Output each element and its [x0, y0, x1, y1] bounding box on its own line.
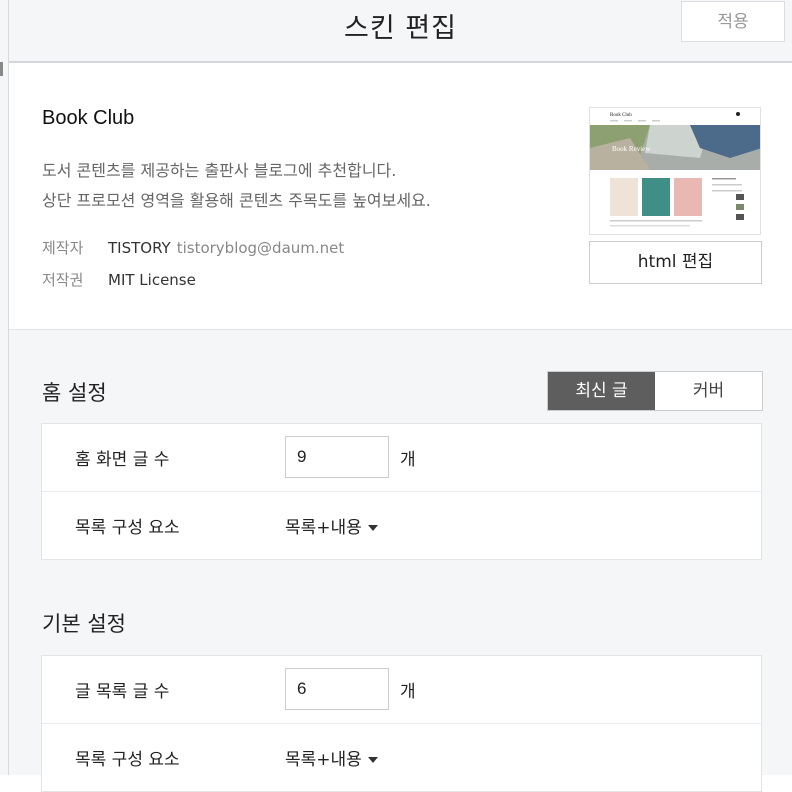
toggle-latest-button[interactable]: 최신 글 [548, 372, 655, 410]
apply-button[interactable]: 적용 [681, 1, 785, 42]
skin-preview-image: Book Club Book Review [590, 108, 760, 234]
basic-post-count-unit: 개 [400, 682, 416, 702]
skin-info-section: Book Club 도서 콘텐츠를 제공하는 출판사 블로그에 추천합니다. 상… [9, 63, 792, 330]
html-edit-button[interactable]: html 편집 [589, 241, 762, 284]
left-panel-edge [0, 0, 9, 775]
home-list-config-value: 목록+내용 [285, 518, 362, 538]
basic-post-count-row: 글 목록 글 수 6 개 [42, 656, 761, 724]
home-list-config-row: 목록 구성 요소 목록+내용 [42, 492, 761, 559]
home-mode-toggle: 최신 글 커버 [547, 371, 763, 411]
author-key: 제작자 [42, 239, 84, 257]
basic-settings-title: 기본 설정 [42, 612, 126, 636]
home-post-count-input[interactable]: 9 [285, 436, 389, 478]
basic-post-count-input[interactable]: 6 [285, 668, 389, 710]
page-title: 스킨 편집 [344, 13, 457, 44]
home-settings-card: 홈 화면 글 수 9 개 목록 구성 요소 목록+내용 [41, 423, 762, 560]
license-value: MIT License [108, 271, 196, 289]
skin-description: 도서 콘텐츠를 제공하는 출판사 블로그에 추천합니다. 상단 프로모션 영역을… [42, 156, 431, 216]
home-post-count-row: 홈 화면 글 수 9 개 [42, 424, 761, 492]
caret-down-icon [367, 525, 378, 531]
panel-resize-handle[interactable] [0, 62, 3, 76]
basic-list-config-row: 목록 구성 요소 목록+내용 [42, 724, 761, 791]
home-list-config-dropdown[interactable]: 목록+내용 [285, 513, 378, 538]
editor-header: 스킨 편집 적용 [9, 0, 792, 63]
home-settings-title: 홈 설정 [42, 381, 107, 405]
description-line-2: 상단 프로모션 영역을 활용해 콘텐츠 주목도를 높여보세요. [42, 191, 431, 210]
license-key: 저작권 [42, 271, 84, 289]
preview-logo: Book Club [610, 113, 632, 118]
home-post-count-label: 홈 화면 글 수 [75, 450, 170, 470]
settings-area: 홈 설정 최신 글 커버 홈 화면 글 수 9 개 목록 구성 요소 목록+내용… [9, 330, 792, 792]
preview-banner-text: Book Review [612, 145, 651, 153]
basic-settings-card: 글 목록 글 수 6 개 목록 구성 요소 목록+내용 [41, 655, 762, 792]
toggle-cover-button[interactable]: 커버 [655, 372, 762, 410]
caret-down-icon [367, 757, 378, 763]
basic-list-config-label: 목록 구성 요소 [75, 750, 180, 770]
skin-preview-thumbnail: Book Club Book Review [589, 107, 761, 235]
author-row: 제작자 TISTORY tistoryblog@daum.net [42, 237, 344, 258]
author-name: TISTORY [108, 239, 171, 257]
license-row: 저작권 MIT License [42, 269, 196, 290]
basic-list-config-dropdown[interactable]: 목록+내용 [285, 745, 378, 770]
home-list-config-label: 목록 구성 요소 [75, 518, 180, 538]
basic-list-config-value: 목록+내용 [285, 750, 362, 770]
skin-name: Book Club [42, 107, 135, 129]
description-line-1: 도서 콘텐츠를 제공하는 출판사 블로그에 추천합니다. [42, 161, 397, 180]
author-email: tistoryblog@daum.net [176, 239, 345, 257]
basic-post-count-label: 글 목록 글 수 [75, 682, 170, 702]
home-post-count-unit: 개 [400, 450, 416, 470]
